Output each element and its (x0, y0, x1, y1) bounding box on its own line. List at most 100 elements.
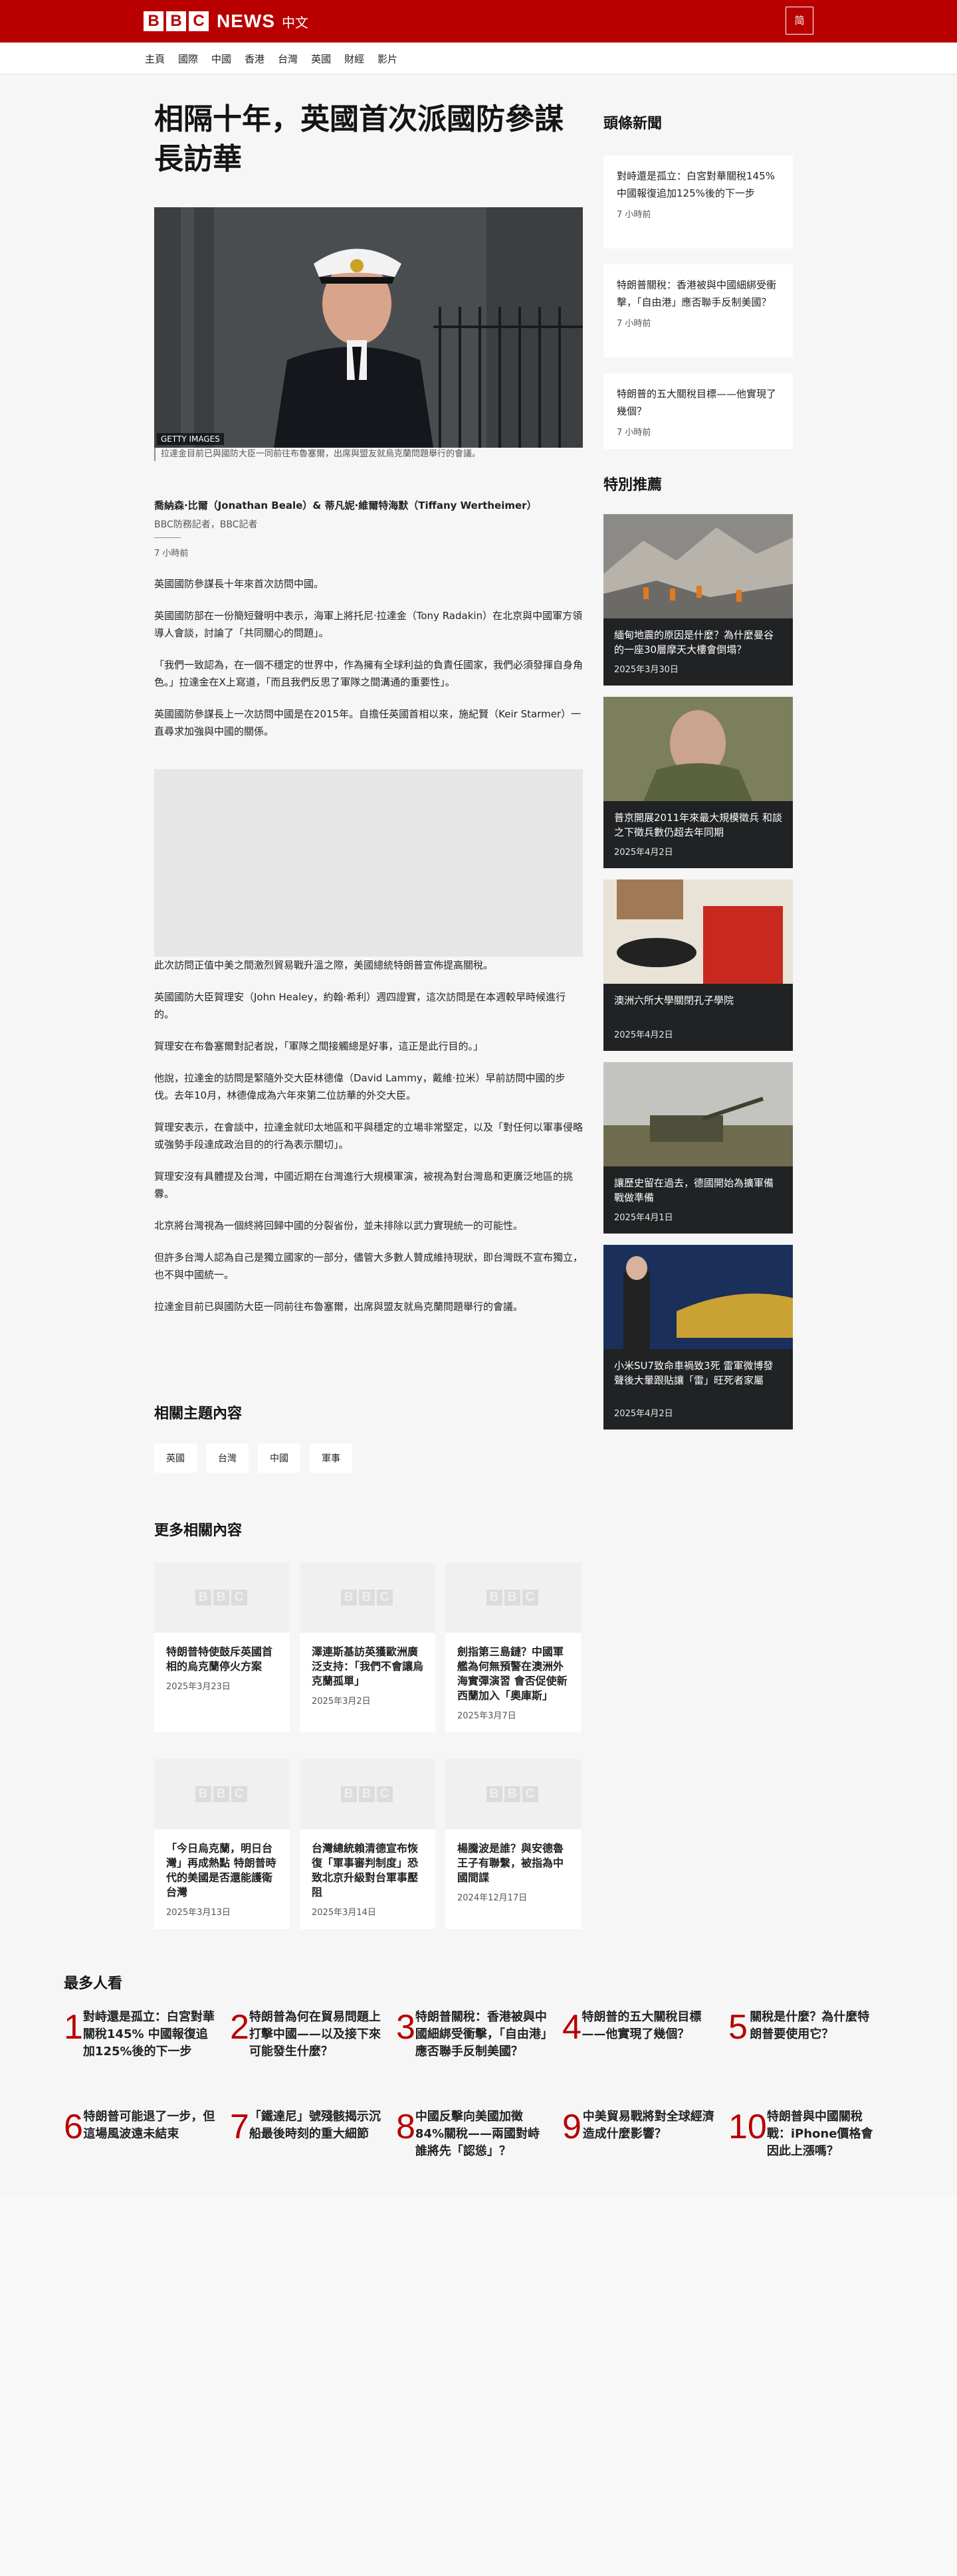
featured-title: 特別推薦 (603, 477, 663, 494)
most-read-headline: 關稅是什麼？為什麼特朗普要使用它？ (750, 2010, 870, 2041)
most-read-list: 1 對峙還是孤立：白宮對華關稅145% 中國報復追加125%後的下一步 2 特朗普為… (64, 2009, 895, 2208)
card-title: 楊騰波是誰？與安德魯王子有聯繫，被指為中國間諜 (457, 1842, 564, 1884)
top-news-item[interactable]: 特朗普關稅：香港被與中國細綁受衝擊，「自由港」應否聯手反制美國？ 7 小時前 (603, 264, 793, 357)
related-card[interactable]: BBC 特朗普特使鼓斥英國首相的烏克蘭停火方案 2025年3月23日 (154, 1562, 290, 1732)
top-news-time: 7 小時前 (617, 210, 651, 220)
byline-divider (154, 537, 181, 538)
featured-headline: 緬甸地震的原因是什麼？為什麼曼谷的一座30層摩天大樓會倒塌？ (614, 629, 774, 656)
top-news-headline: 特朗普關稅：香港被與中國細綁受衝擊，「自由港」應否聯手反制美國？ (617, 279, 777, 308)
nav-item-uk[interactable]: 英國 (311, 52, 331, 66)
most-read-headline: 中美貿易戰將對全球經濟造成什麼影響？ (582, 2110, 714, 2141)
top-news-item[interactable]: 特朗普的五大關稅目標——他實現了幾個？ 7 小時前 (603, 373, 793, 449)
card-title: 澤連斯基訪英獲歐洲廣泛支持：「我們不會讓烏克蘭孤單」 (312, 1645, 424, 1687)
featured-item[interactable]: 普京開展2011年來最大規模徵兵 和談之下徵兵數仍超去年同期 2025年4月2日 (603, 697, 793, 868)
bbc-placeholder-logo: BBC (340, 1590, 395, 1606)
card-date: 2025年3月23日 (166, 1682, 231, 1692)
related-cards-row-1: BBC 特朗普特使鼓斥英國首相的烏克蘭停火方案 2025年3月23日 BBC 澤… (154, 1562, 591, 1732)
nav-item-home[interactable]: 主頁 (145, 52, 165, 66)
topic-tag-taiwan[interactable]: 台灣 (206, 1443, 249, 1473)
featured-image (603, 697, 793, 801)
featured-item[interactable]: 澳洲六所大學關閉孔子學院 2025年4月2日 (603, 879, 793, 1051)
topic-tag-military[interactable]: 軍事 (310, 1443, 352, 1473)
simplified-chinese-toggle[interactable]: 简 (786, 7, 813, 35)
most-read-headline: 特朗普的五大關稅目標——他實現了幾個？ (582, 2010, 702, 2041)
most-read-headline: 特朗普與中國關稅戰：iPhone價格會因此上漲嗎？ (766, 2110, 873, 2158)
article-body-continued: 此次訪問正值中美之間激烈貿易戰升溫之際，美國總統特朗普宣佈提高關稅。 英國國防大… (154, 957, 583, 1330)
most-read-item[interactable]: 1 對峙還是孤立：白宮對華關稅145% 中國報復追加125%後的下一步 (64, 2009, 230, 2108)
featured-item[interactable]: 讓歷史留在過去，德國開始為擴軍備戰做準備 2025年4月1日 (603, 1062, 793, 1234)
paragraph: 英國國防部在一份簡短聲明中表示，海軍上將托尼·拉達金（Tony Radakin）… (154, 610, 583, 639)
article-headline: 相隔十年，英國首次派國防參謀長訪華 (154, 102, 564, 176)
most-read-title: 最多人看 (64, 1976, 123, 1992)
most-read-item[interactable]: 9 中美貿易戰將對全球經濟造成什麼影響？ (562, 2108, 728, 2208)
most-read-headline: 特朗普關稅：香港被與中國細綁受衝擊，「自由港」應否聯手反制美國？ (415, 2010, 547, 2059)
top-news-headline: 特朗普的五大關稅目標——他實現了幾個？ (617, 388, 777, 417)
logo-letter-b1: B (144, 11, 163, 31)
top-news-time: 7 小時前 (617, 319, 651, 329)
logo-letter-b2: B (166, 11, 186, 31)
featured-item[interactable]: 緬甸地震的原因是什麼？為什麼曼谷的一座30層摩天大樓會倒塌？ 2025年3月30… (603, 514, 793, 686)
most-read-item[interactable]: 3 特朗普關稅：香港被與中國細綁受衝擊，「自由港」應否聯手反制美國？ (396, 2009, 562, 2108)
main-navigation: 主頁 國際 中國 香港 台灣 英國 財經 影片 (0, 43, 957, 74)
card-date: 2025年3月13日 (166, 1908, 231, 1918)
article: 相隔十年，英國首次派國防參謀長訪華 GETTY IMAGES 拉達金目前已與國防… (154, 100, 583, 1313)
card-date: 2025年3月14日 (312, 1908, 376, 1918)
logo-letter-c: C (189, 11, 209, 31)
bbc-news-logo[interactable]: B B C NEWS 中文 (144, 11, 308, 32)
topic-tag-uk[interactable]: 英國 (154, 1443, 197, 1473)
nav-item-china[interactable]: 中國 (211, 52, 231, 66)
image-credit: GETTY IMAGES (157, 433, 224, 445)
nav-item-hongkong[interactable]: 香港 (245, 52, 265, 66)
most-read-headline: 特朗普可能退了一步，但這場風波遠未結束 (83, 2110, 215, 2141)
rank-number: 1 (64, 2008, 83, 2047)
top-news-title: 頭條新聞 (603, 116, 663, 132)
article-body: 英國國防參謀長十年來首次訪問中國。 英國國防部在一份簡短聲明中表示，海軍上將托尼… (154, 575, 583, 755)
rank-number: 4 (562, 2008, 582, 2047)
nav-item-finance[interactable]: 財經 (344, 52, 364, 66)
related-card[interactable]: BBC 劍指第三島鏈？中國軍艦為何無預警在澳洲外海實彈演習 會否促使新西蘭加入「… (445, 1562, 581, 1732)
card-thumbnail: BBC (154, 1562, 290, 1633)
related-card[interactable]: BBC 「今日烏克蘭，明日台灣」再成熱點 特朗普時代的美國是否還能護衛台灣 20… (154, 1759, 290, 1929)
paragraph: 賀理安沒有具體提及台灣，中國近期在台灣進行大規模軍演，被視為對台灣島和更廣泛地區… (154, 1170, 574, 1200)
topic-tag-china[interactable]: 中國 (258, 1443, 300, 1473)
most-read-item[interactable]: 8 中國反擊向美國加徵84%關稅——兩國對峙誰將先「認慫」？ (396, 2108, 562, 2208)
rank-number: 2 (230, 2008, 249, 2047)
byline: 喬納森·比爾（Jonathan Beale）& 蒂凡妮·維爾特海默（Tiffan… (154, 498, 583, 559)
most-read-item[interactable]: 2 特朗普為何在貿易問題上打擊中國——以及接下來可能發生什麼？ (230, 2009, 396, 2108)
most-read-item[interactable]: 6 特朗普可能退了一步，但這場風波遠未結束 (64, 2108, 230, 2208)
paragraph: 此次訪問正值中美之間激烈貿易戰升溫之際，美國總統特朗普宣佈提高關稅。 (154, 959, 494, 971)
featured-date: 2025年4月2日 (614, 1409, 673, 1419)
top-news-time: 7 小時前 (617, 428, 651, 438)
featured-date: 2025年4月2日 (614, 1030, 673, 1040)
card-thumbnail: BBC (445, 1759, 581, 1829)
top-news-item[interactable]: 對峙還是孤立：白宮對華關稅145% 中國報復追加125%後的下一步 7 小時前 (603, 155, 793, 248)
paragraph: 英國國防參謀長十年來首次訪問中國。 (154, 578, 324, 590)
nav-item-video[interactable]: 影片 (377, 52, 397, 66)
related-card[interactable]: BBC 澤連斯基訪英獲歐洲廣泛支持：「我們不會讓烏克蘭孤單」 2025年3月2日 (300, 1562, 435, 1732)
most-read-item[interactable]: 5 關稅是什麼？為什麼特朗普要使用它？ (728, 2009, 895, 2108)
bbc-placeholder-logo: BBC (486, 1590, 540, 1606)
related-card[interactable]: BBC 台灣總統賴清德宣布恢復「軍事審判制度」恐致北京升級對台軍事壓阻 2025… (300, 1759, 435, 1929)
paragraph: 英國國防大臣賀理安（John Healey，約翰·希利）週四證實，這次訪問是在本… (154, 991, 566, 1020)
more-related-title: 更多相關內容 (154, 1522, 243, 1539)
most-read-headline: 「鐵達尼」號殘骸揭示沉船最後時刻的重大細節 (249, 2110, 381, 2141)
most-read-item[interactable]: 4 特朗普的五大關稅目標——他實現了幾個？ (562, 2009, 728, 2108)
related-card[interactable]: BBC 楊騰波是誰？與安德魯王子有聯繫，被指為中國間諜 2024年12月17日 (445, 1759, 581, 1929)
nav-item-international[interactable]: 國際 (178, 52, 198, 66)
rank-number: 3 (396, 2008, 415, 2047)
featured-date: 2025年3月30日 (614, 665, 679, 675)
paragraph: 拉達金目前已與國防大臣一同前往布魯塞爾，出席與盟友就烏克蘭問題舉行的會議。 (154, 1301, 524, 1313)
paragraph: 賀理安在布魯塞爾對記者說，「軍隊之間接觸總是好事，這正是此行目的。」 (154, 1040, 484, 1052)
image-caption: 拉達金目前已與國防大臣一同前往布魯塞爾，出席與盟友就烏克蘭問題舉行的會議。 (154, 448, 583, 461)
card-title: 「今日烏克蘭，明日台灣」再成熱點 特朗普時代的美國是否還能護衛台灣 (166, 1842, 276, 1898)
logo-chinese-text: 中文 (282, 14, 308, 31)
topic-tags: 英國 台灣 中國 軍事 (154, 1443, 362, 1473)
featured-headline: 普京開展2011年來最大規模徵兵 和談之下徵兵數仍超去年同期 (614, 812, 782, 838)
most-read-item[interactable]: 10 特朗普與中國關稅戰：iPhone價格會因此上漲嗎？ (728, 2108, 895, 2208)
rank-number: 8 (396, 2108, 415, 2146)
page-footer (0, 2196, 957, 2576)
most-read-headline: 對峙還是孤立：白宮對華關稅145% 中國報復追加125%後的下一步 (82, 2010, 215, 2059)
nav-item-taiwan[interactable]: 台灣 (278, 52, 298, 66)
featured-item[interactable]: 小米SU7致命車禍致3死 雷軍微博發聲後大暈跟貼讓「雷」旺死者家屬 2025年4… (603, 1245, 793, 1429)
most-read-item[interactable]: 7 「鐵達尼」號殘骸揭示沉船最後時刻的重大細節 (230, 2108, 396, 2208)
